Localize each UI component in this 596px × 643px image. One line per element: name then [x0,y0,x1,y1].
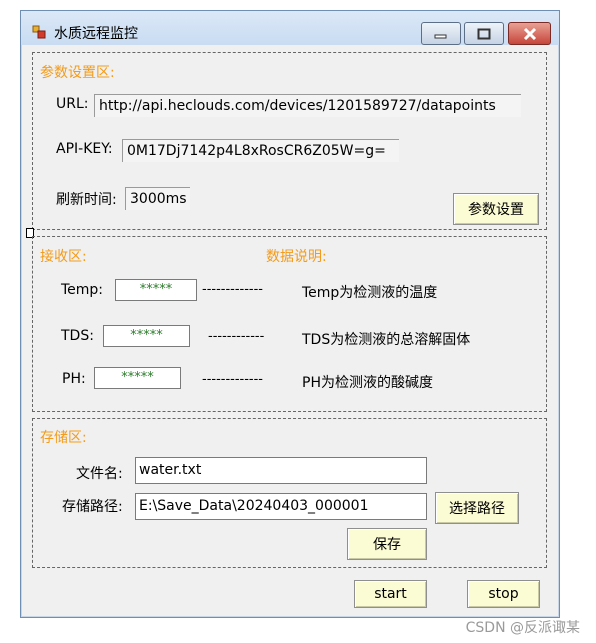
path-input[interactable]: E:\Save_Data\20240403_000001 [135,493,427,520]
close-icon [523,27,536,40]
receive-group-label: 接收区: [40,249,87,265]
maximize-icon [477,28,491,39]
temp-label: Temp: [61,282,104,298]
filename-label: 文件名: [76,466,123,482]
maximize-button[interactable] [464,22,504,45]
url-field[interactable]: http://api.heclouds.com/devices/12015897… [94,94,521,117]
ph-label: PH: [62,371,86,387]
choose-path-button[interactable]: 选择路径 [435,492,519,524]
refresh-field[interactable]: 3000ms [125,187,190,210]
save-button[interactable]: 保存 [347,528,427,560]
ph-value: ***** [94,367,181,389]
minimize-button[interactable] [421,22,461,45]
tds-value: ***** [103,325,190,347]
tds-desc: TDS为检测液的总溶解固体 [302,332,471,348]
refresh-label: 刷新时间: [56,192,117,208]
filename-input[interactable]: water.txt [135,457,427,484]
data-desc-label: 数据说明: [266,249,327,265]
tds-dashes: ------------ [208,329,265,344]
watermark-text: CSDN @反派诹某 [465,620,580,636]
apikey-label: API-KEY: [56,141,113,157]
start-button[interactable]: start [354,580,427,608]
temp-value: ***** [115,279,197,301]
params-group-label: 参数设置区: [40,65,115,81]
url-label: URL: [56,96,89,112]
tds-label: TDS: [61,328,94,344]
app-icon [32,25,46,39]
stop-button[interactable]: stop [467,580,540,608]
ph-dashes: ------------- [202,372,263,387]
title-bar[interactable]: 水质远程监控 [21,11,559,45]
param-set-button[interactable]: 参数设置 [453,193,539,225]
temp-dashes: ------------- [202,282,263,297]
minimize-icon [434,34,447,38]
ph-desc: PH为检测液的酸碱度 [302,375,433,391]
storage-group-label: 存储区: [40,430,87,446]
window-title: 水质远程监控 [54,26,138,42]
path-label: 存储路径: [62,499,123,515]
close-button[interactable] [508,22,551,45]
temp-desc: Temp为检测液的温度 [302,285,438,301]
apikey-field[interactable]: 0M17Dj7142p4L8xRosCR6Z05W=g= [122,139,399,162]
